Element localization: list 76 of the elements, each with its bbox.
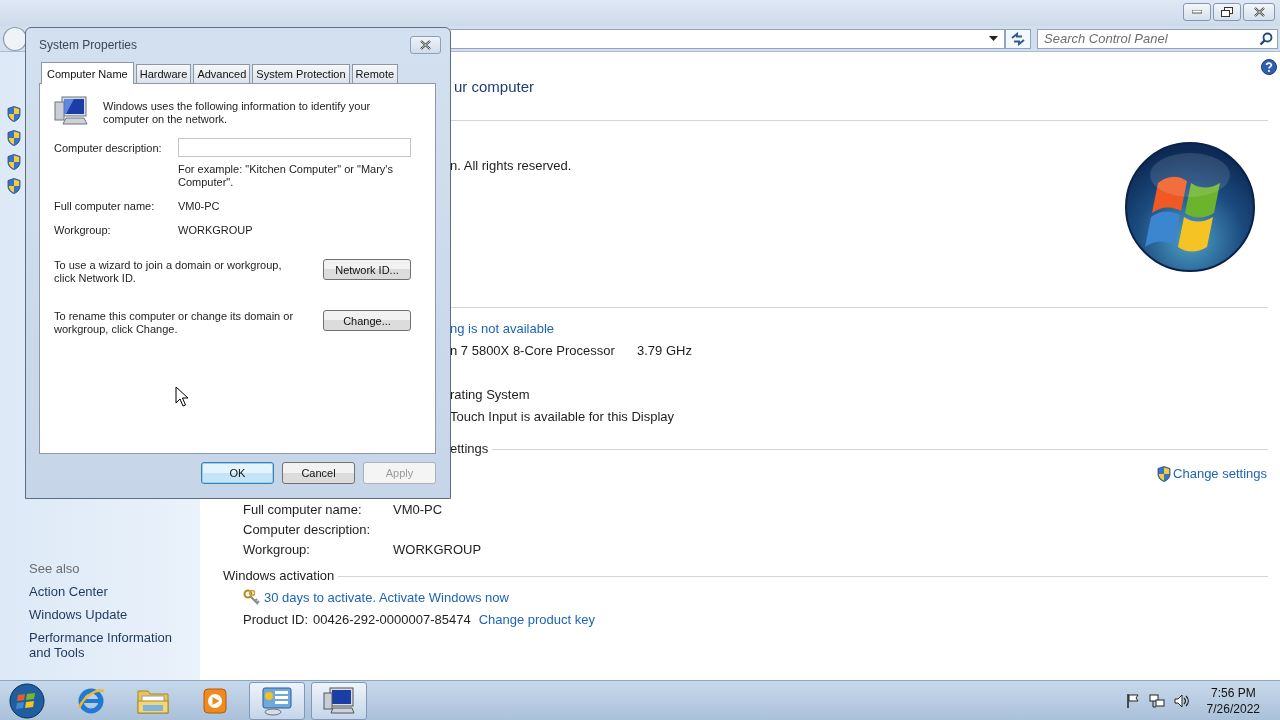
info-text: rating System <box>450 386 530 404</box>
window-title: System Properties <box>39 38 138 52</box>
sidebar-link[interactable]: Action Center <box>29 580 190 603</box>
tab[interactable]: Advanced <box>193 64 251 83</box>
sidebar-link[interactable]: Windows Update <box>29 603 190 626</box>
start-button[interactable] <box>7 681 47 720</box>
tab[interactable]: System Protection <box>252 64 350 83</box>
flag-icon <box>1125 692 1140 709</box>
shield-icon <box>7 178 21 194</box>
hint-text: For example: "Kitchen Computer" or "Mary's Computer". <box>178 163 394 189</box>
field-label: Full computer name: <box>54 199 156 213</box>
search-icon <box>1259 31 1273 46</box>
intro-text: Windows uses the following information to identify your computer on the network. <box>103 100 372 126</box>
field-label: Computer description: <box>243 521 372 539</box>
field-label: Full computer name: <box>243 501 363 519</box>
section-heading: See also <box>29 560 81 578</box>
search-field[interactable]: Search Control Panel <box>1037 28 1278 49</box>
network-icon <box>1148 692 1165 709</box>
field-label: Product ID: <box>243 611 309 629</box>
shield-icon <box>7 130 21 146</box>
start-orb-icon <box>9 682 45 719</box>
tab[interactable]: Hardware <box>135 64 192 83</box>
field-value: VM0-PC <box>178 199 221 213</box>
field-value: WORKGROUP <box>178 223 254 237</box>
instruction-text: To use a wizard to join a domain or workgroup, click Network ID. <box>54 259 283 285</box>
shield-icon <box>1157 466 1172 482</box>
taskbar-button[interactable] <box>311 681 367 720</box>
sidebar-link[interactable]: Performance Information and Tools <box>29 626 190 664</box>
help-icon <box>1261 59 1277 75</box>
key-icon <box>243 589 261 607</box>
action-button[interactable]: Network ID... <box>323 259 411 280</box>
refresh-button[interactable] <box>1005 28 1031 49</box>
computer-icon <box>323 686 355 715</box>
field-label: Workgroup: <box>243 541 311 559</box>
activate-link[interactable]: 30 days to activate. Activate Windows now <box>264 587 509 609</box>
maximize-button[interactable] <box>1213 3 1241 21</box>
shield-icon <box>7 106 21 122</box>
refresh-icon <box>1010 31 1026 46</box>
control-panel-icon <box>261 685 293 716</box>
description-field[interactable] <box>178 138 411 157</box>
field-value: WORKGROUP <box>393 541 482 559</box>
section-heading: ettings <box>450 440 489 458</box>
close-button[interactable] <box>410 36 441 54</box>
copyright-text: n. All rights reserved. <box>450 157 572 175</box>
minimize-icon <box>1192 10 1202 14</box>
clock[interactable]: 7:56 PM 7/26/2022 <box>1206 684 1260 717</box>
tab[interactable]: Remote <box>351 64 399 83</box>
computer-icon <box>54 96 88 126</box>
page-title: ur computer <box>453 77 536 97</box>
media-player-icon <box>202 686 228 715</box>
shield-icon <box>7 154 21 170</box>
product-id-text: 00426-292-0000007-85474 <box>313 611 471 629</box>
close-button[interactable] <box>1243 3 1275 21</box>
section-heading: Windows activation <box>223 567 335 585</box>
action-button[interactable]: Change... <box>323 310 411 331</box>
field-label: Workgroup: <box>54 223 112 237</box>
dialog-button[interactable]: OK <box>201 462 274 484</box>
speed-text: 3.79 GHz <box>637 342 692 360</box>
dialog-button[interactable]: Cancel <box>282 462 355 484</box>
close-icon <box>1253 7 1265 17</box>
close-icon <box>420 40 431 50</box>
cursor-icon <box>175 386 189 407</box>
info-text: Touch Input is available for this Display <box>450 408 674 426</box>
tab[interactable]: Computer Name <box>41 62 134 84</box>
processor-text: n 7 5800X 8-Core Processor <box>450 342 616 360</box>
caret-icon <box>989 36 998 41</box>
volume-icon <box>1173 692 1190 709</box>
field-value: VM0-PC <box>393 501 443 519</box>
restore-icon <box>1221 7 1233 17</box>
rating-link[interactable]: ng is not available <box>450 318 555 340</box>
dialog-button: Apply <box>363 462 436 484</box>
field-label: Computer description: <box>54 140 163 155</box>
change-key-link[interactable]: Change product key <box>478 609 595 631</box>
taskbar-button[interactable] <box>249 681 305 720</box>
change-settings-link[interactable]: Change settings <box>1173 463 1267 485</box>
instruction-text: To rename this computer or change its domain or workgroup, click Change. <box>54 310 295 336</box>
